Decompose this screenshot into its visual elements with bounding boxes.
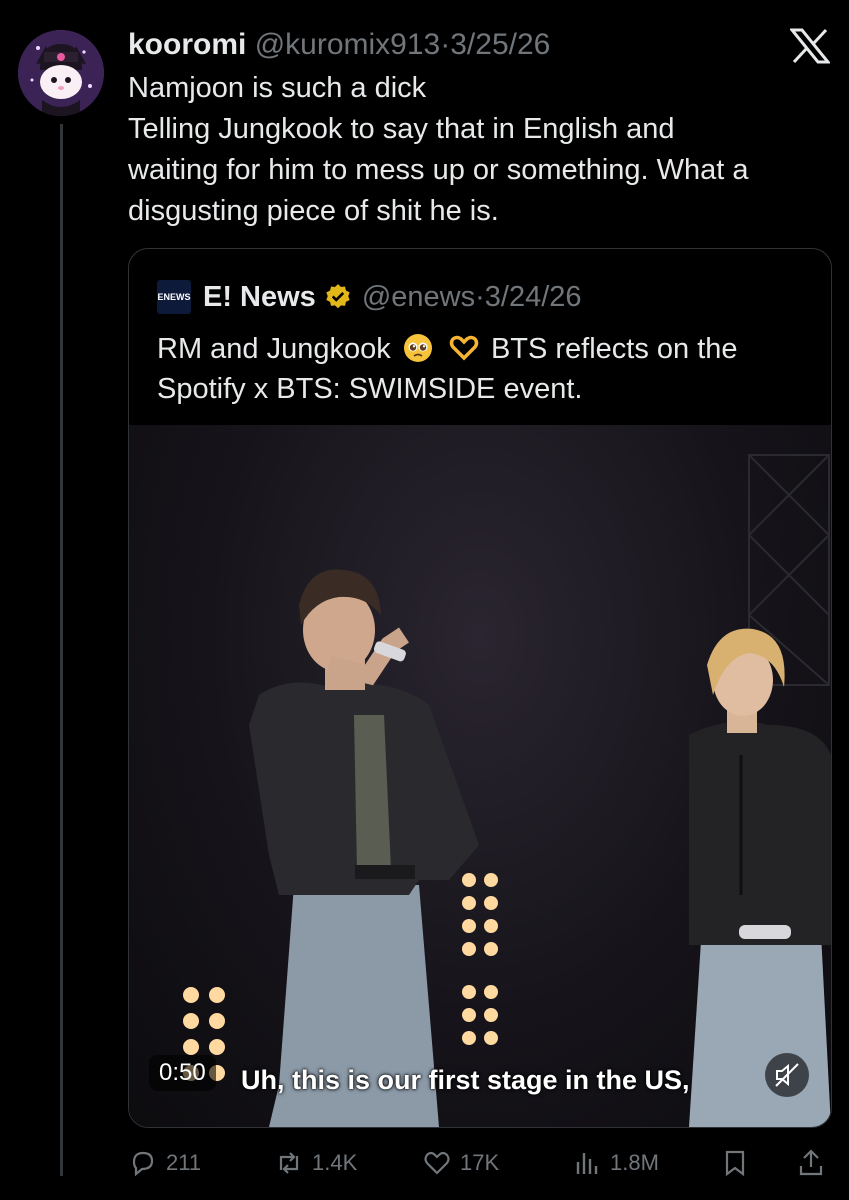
tweet-date[interactable]: 3/25/26 <box>450 28 550 61</box>
views-button[interactable]: 1.8M <box>572 1143 659 1183</box>
bookmark-button[interactable] <box>720 1143 758 1183</box>
avatar-image <box>18 30 104 116</box>
quoted-display-name[interactable]: E! News <box>203 281 316 314</box>
tweet-line: disgusting piece of shit he is. <box>128 195 499 227</box>
reply-count: 211 <box>166 1150 202 1175</box>
repost-count: 1.4K <box>312 1150 358 1175</box>
quoted-line-text: Spotify x BTS: SWIMSIDE event. <box>157 373 583 405</box>
video-time: 0:50 <box>149 1055 216 1091</box>
verified-badge-icon <box>326 284 350 309</box>
video-player[interactable]: 0:50 Uh, this is our first stage in the … <box>129 425 831 1127</box>
display-name[interactable]: kooromi <box>128 28 246 61</box>
pleading-face-icon <box>403 334 432 362</box>
repost-icon <box>279 1152 299 1174</box>
quoted-date[interactable]: 3/24/26 <box>485 281 582 314</box>
separator-dot: · <box>440 28 451 61</box>
mute-icon <box>775 1063 799 1087</box>
like-icon <box>424 1151 450 1175</box>
share-button[interactable] <box>796 1143 834 1183</box>
tweet-line: Telling Jungkook to say that in English … <box>128 113 675 145</box>
bookmark-icon <box>725 1150 745 1177</box>
tweet-header: kooromi @kuromix913·3/25/26 <box>128 26 550 64</box>
quoted-handle[interactable]: @enews <box>362 281 475 314</box>
tweet-line: Namjoon is such a dick <box>128 72 427 104</box>
views-icon <box>576 1153 598 1174</box>
quoted-line-text: RM and Jungkook <box>157 333 391 365</box>
quoted-tweet-card[interactable]: ENEWS E! News @enews · 3/24/26 RM and Jung… <box>128 248 832 1128</box>
video-frame <box>183 454 831 1127</box>
tweet-line: waiting for him to mess up or something.… <box>128 154 749 186</box>
quoted-line-text: BTS reflects on the <box>490 333 738 365</box>
separator-dot: · <box>475 280 485 313</box>
reply-icon <box>132 1151 154 1177</box>
like-button[interactable]: 17K <box>422 1143 499 1183</box>
action-bar: 211 1.4K 17K 1.8M <box>128 1143 828 1183</box>
repost-button[interactable]: 1.4K <box>274 1143 357 1183</box>
avatar[interactable] <box>18 30 104 116</box>
quoted-tweet-header: ENEWS E! News @enews · 3/24/26 <box>157 279 582 315</box>
video-subtitle: Uh, this is our first stage in the US, <box>241 1065 690 1095</box>
user-handle[interactable]: @kuromix913 <box>255 28 441 61</box>
heart-hands-icon <box>449 335 479 361</box>
thread-line <box>60 124 63 1176</box>
performer-left <box>249 569 479 1127</box>
tweet-text: Namjoon is such a dick Telling Jungkook … <box>128 68 828 232</box>
reply-button[interactable]: 211 <box>128 1143 201 1183</box>
performer-right <box>689 628 831 1127</box>
enews-logo: ENEWS <box>157 280 191 314</box>
mute-button[interactable] <box>765 1053 809 1097</box>
share-icon <box>799 1149 823 1176</box>
like-count: 17K <box>460 1150 500 1175</box>
quoted-tweet-text: RM and Jungkook BTS reflects on the Spot… <box>157 329 807 409</box>
x-logo-icon <box>790 28 830 64</box>
views-count: 1.8M <box>610 1150 659 1175</box>
